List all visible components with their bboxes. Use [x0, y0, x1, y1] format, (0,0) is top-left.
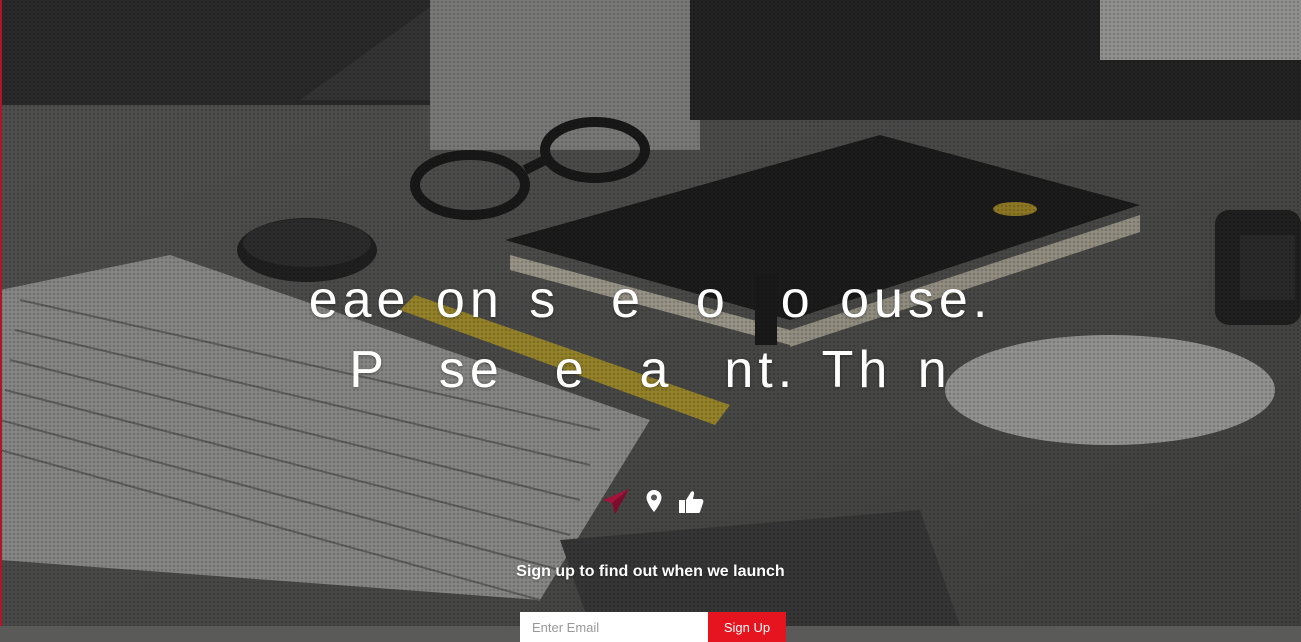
signup-prompt: Sign up to find out when we launch	[516, 563, 785, 580]
paper-plane-icon[interactable]	[601, 488, 631, 516]
email-input[interactable]	[520, 612, 708, 642]
sign-up-button[interactable]: Sign Up	[708, 612, 786, 642]
icon-row	[601, 488, 711, 518]
hero-line-2: P se e a nt. Th n	[349, 341, 952, 399]
hero-line-1: eae on s e o o ouse.	[308, 271, 993, 329]
map-marker-icon[interactable]	[645, 488, 663, 516]
thumbs-up-icon[interactable]	[677, 488, 705, 516]
